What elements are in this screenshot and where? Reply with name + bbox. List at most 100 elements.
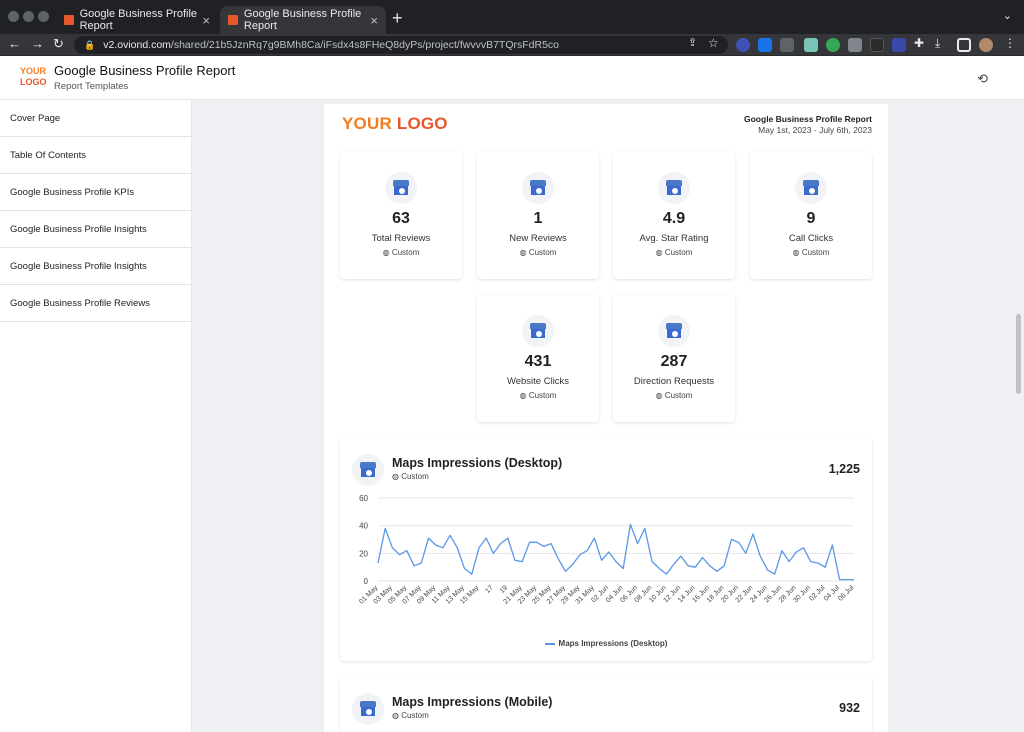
report-title: Google Business Profile Report — [744, 114, 872, 124]
chart-source: ◍ Custom — [392, 472, 429, 481]
report-logo-your: YOUR — [342, 114, 392, 133]
extension-icon[interactable] — [758, 38, 772, 52]
kpi-label: Direction Requests — [633, 376, 715, 387]
refresh-icon[interactable]: ⟲ — [977, 71, 988, 87]
share-icon[interactable]: ⇪ — [688, 36, 697, 49]
extension-icon[interactable] — [848, 38, 862, 52]
chart-card-maps-desktop: Maps Impressions (Desktop) ◍ Custom 1,22… — [340, 438, 872, 661]
extension-icon[interactable] — [870, 38, 884, 52]
kpi-label: Total Reviews — [371, 233, 431, 244]
chart-title: Maps Impressions (Mobile) — [392, 695, 553, 709]
lock-icon: 🔒 — [84, 39, 96, 50]
profile-avatar[interactable] — [979, 38, 993, 52]
kpi-source: ◍ Custom — [655, 391, 693, 400]
sidebar-item-gbp-reviews[interactable]: Google Business Profile Reviews — [0, 285, 191, 322]
kpi-card-direction-requests: 287 Direction Requests ◍ Custom — [613, 295, 735, 422]
kpi-value: 431 — [524, 353, 552, 370]
url-path: /shared/21b5JznRq7g9BMh8Ca/iFsdx4s8FHeQ8… — [170, 39, 560, 51]
chart-card-maps-mobile: Maps Impressions (Mobile) ◍ Custom 932 — [340, 677, 872, 732]
series-line-maps-impressions-desktop — [377, 523, 854, 581]
chart-total: 1,225 — [828, 462, 860, 476]
extension-icon[interactable] — [892, 38, 906, 52]
extension-icon[interactable] — [804, 38, 818, 52]
close-window-dot[interactable] — [8, 11, 19, 22]
y-tick-label: 60 — [359, 494, 368, 503]
maximize-window-dot[interactable] — [38, 11, 49, 22]
header-logo: YOUR LOGO — [20, 66, 48, 88]
extension-icon[interactable] — [736, 38, 750, 52]
extension-icon[interactable] — [780, 38, 794, 52]
browser-tab-strip: Google Business Profile Report × Google … — [0, 0, 1024, 34]
report-canvas: YOUR LOGO Google Business Profile Report… — [192, 100, 1024, 732]
x-tick-label: 17 — [484, 584, 495, 595]
kpi-value: 1 — [533, 210, 543, 227]
kpi-source: ◍ Custom — [382, 248, 420, 257]
sidebar-item-gbp-insights-2[interactable]: Google Business Profile Insights — [0, 248, 191, 285]
business-profile-icon — [658, 315, 690, 347]
business-profile-icon — [658, 172, 690, 204]
report-page: YOUR LOGO Google Business Profile Report… — [324, 104, 888, 732]
back-icon[interactable]: ← — [8, 36, 21, 51]
extensions-puzzle-icon[interactable]: ✚ — [914, 36, 924, 50]
logo-text-your: YOUR — [20, 66, 47, 76]
browser-tab-1[interactable]: Google Business Profile Report × — [56, 6, 218, 34]
sidebar-item-gbp-insights-1[interactable]: Google Business Profile Insights — [0, 211, 191, 248]
close-tab-icon[interactable]: × — [202, 13, 210, 28]
report-logo: YOUR LOGO — [342, 114, 448, 134]
business-profile-icon — [385, 172, 417, 204]
download-icon[interactable]: ⤓ — [935, 36, 940, 51]
chart-title: Maps Impressions (Desktop) — [392, 456, 563, 470]
app-subtitle: Report Templates — [54, 81, 129, 92]
close-tab-icon[interactable]: × — [370, 13, 378, 28]
y-tick-label: 40 — [359, 522, 368, 531]
report-date-range: May 1st, 2023 - July 6th, 2023 — [758, 125, 872, 135]
chart-legend: Maps Impressions (Desktop) — [340, 639, 872, 648]
kpi-label: Avg. Star Rating — [639, 233, 709, 244]
bookmark-star-icon[interactable]: ☆ — [708, 36, 719, 50]
browser-tab-2[interactable]: Google Business Profile Report × — [220, 6, 386, 34]
tab-search-icon[interactable]: ⌄ — [1003, 9, 1012, 22]
kpi-source: ◍ Custom — [519, 248, 557, 257]
sidebar-item-table-of-contents[interactable]: Table Of Contents — [0, 137, 191, 174]
maps-impressions-line-chart: 020406001 May03 May05 May07 May09 May11 … — [358, 494, 855, 606]
favicon-icon — [64, 15, 74, 25]
side-panel-icon[interactable] — [957, 38, 971, 52]
kpi-card-website-clicks: 431 Website Clicks ◍ Custom — [477, 295, 599, 422]
sidebar-item-gbp-kpis[interactable]: Google Business Profile KPIs — [0, 174, 191, 211]
kpi-value: 9 — [806, 210, 816, 227]
kpi-label: New Reviews — [509, 233, 567, 244]
kpi-card-new-reviews: 1 New Reviews ◍ Custom — [477, 152, 599, 279]
chart-total: 932 — [839, 701, 860, 715]
url-bar[interactable]: 🔒 v2.oviond.com/shared/21b5JznRq7g9BMh8C… — [74, 36, 728, 54]
tab-label: Google Business Profile Report — [79, 8, 198, 32]
url-host: v2.oviond.com — [103, 39, 171, 51]
y-tick-label: 0 — [364, 577, 369, 586]
logo-text-logo: LOGO — [20, 77, 47, 87]
y-tick-label: 20 — [359, 549, 368, 558]
favicon-icon — [228, 15, 238, 25]
kpi-value: 63 — [392, 210, 410, 227]
kpi-source: ◍ Custom — [655, 248, 693, 257]
address-toolbar: ← → ↻ 🔒 v2.oviond.com/shared/21b5JznRq7g… — [0, 34, 1024, 56]
business-profile-icon — [795, 172, 827, 204]
tab-label: Google Business Profile Report — [243, 8, 362, 32]
kpi-value: 287 — [660, 353, 688, 370]
app-header: YOUR LOGO Google Business Profile Report… — [0, 56, 1024, 100]
reload-icon[interactable]: ↻ — [53, 36, 64, 52]
sidebar-item-cover-page[interactable]: Cover Page — [0, 100, 191, 137]
grammarly-icon[interactable] — [826, 38, 840, 52]
business-profile-icon — [352, 693, 384, 725]
business-profile-icon — [522, 315, 554, 347]
kpi-source: ◍ Custom — [519, 391, 557, 400]
kpi-label: Website Clicks — [506, 376, 570, 387]
new-tab-button[interactable]: + — [392, 8, 403, 29]
chart-source: ◍ Custom — [392, 711, 429, 720]
minimize-window-dot[interactable] — [23, 11, 34, 22]
kpi-card-total-reviews: 63 Total Reviews ◍ Custom — [340, 152, 462, 279]
sidebar: Cover Page Table Of Contents Google Busi… — [0, 100, 192, 732]
report-logo-logo: LOGO — [396, 114, 448, 133]
kpi-card-call-clicks: 9 Call Clicks ◍ Custom — [750, 152, 872, 279]
browser-menu-icon[interactable]: ⋮ — [1004, 36, 1016, 50]
forward-icon[interactable]: → — [31, 36, 44, 51]
scrollbar-thumb[interactable] — [1016, 314, 1021, 394]
